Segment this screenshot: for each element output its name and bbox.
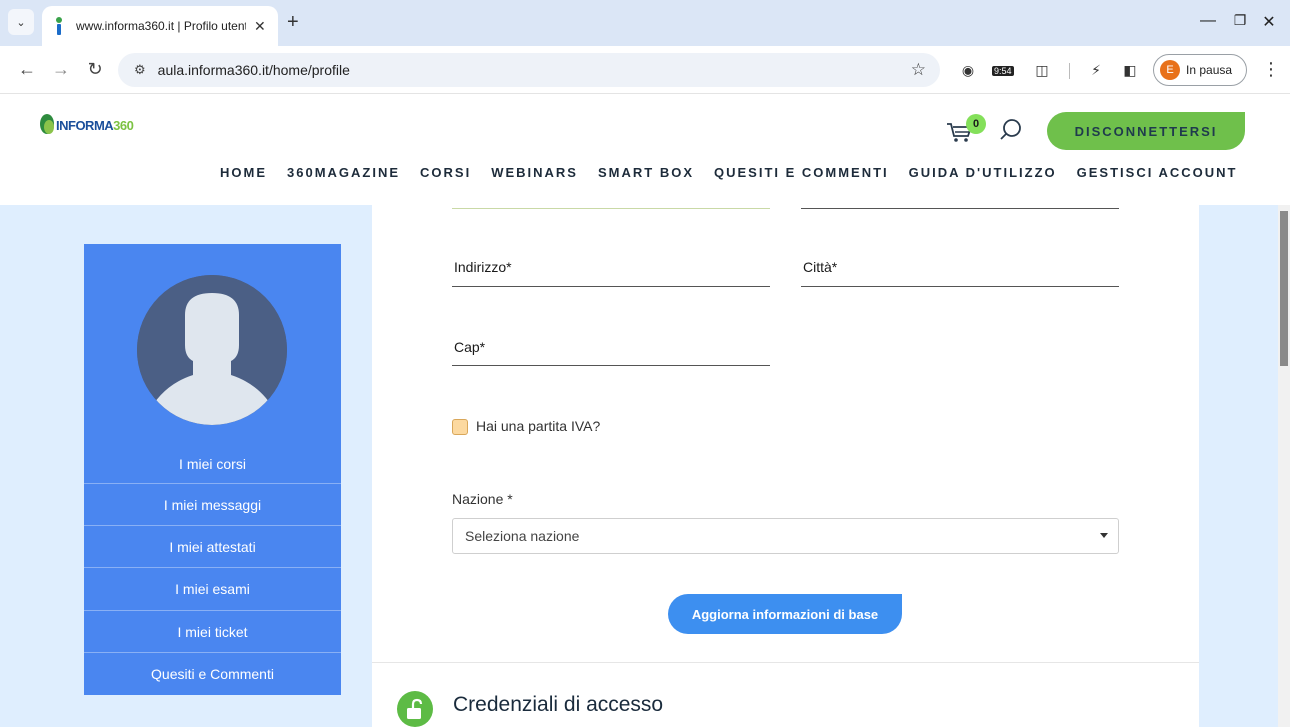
search-icon[interactable]	[1000, 118, 1022, 140]
site-info-icon[interactable]: ⚙	[134, 62, 146, 78]
profile-sidebar: I miei corsi I miei messaggi I miei atte…	[84, 244, 341, 695]
browser-toolbar: ← → ↻ ⚙ aula.informa360.it/home/profile …	[0, 46, 1290, 94]
profile-button[interactable]: E In pausa	[1153, 54, 1247, 86]
main-nav: HOME 360MAGAZINE CORSI WEBINARS SMART BO…	[220, 165, 1237, 180]
close-window-button[interactable]: ✕	[1259, 12, 1279, 32]
update-info-button[interactable]: Aggiorna informazioni di base	[668, 594, 902, 634]
sidebar-item-i-miei-attestati[interactable]: I miei attestati	[84, 525, 341, 568]
extensions-icon[interactable]: ◫	[1032, 60, 1052, 80]
browser-tab-bar: ⌄ www.informa360.it | Profilo utente ✕ +…	[0, 0, 1290, 46]
address-bar[interactable]: ⚙ aula.informa360.it/home/profile ☆	[118, 53, 940, 87]
bookmark-star-icon[interactable]: ☆	[911, 60, 926, 80]
address-field[interactable]: Indirizzo*	[452, 241, 770, 287]
nav-webinars[interactable]: WEBINARS	[491, 165, 578, 180]
reload-icon[interactable]: ↻	[84, 59, 106, 79]
site-logo[interactable]: INFORMA360	[40, 114, 134, 136]
sidebar-item-i-miei-esami[interactable]: I miei esami	[84, 567, 341, 610]
extension-timer-icon[interactable]: 9:54	[992, 60, 1018, 80]
nav-360magazine[interactable]: 360MAGAZINE	[287, 165, 400, 180]
vat-checkbox[interactable]	[452, 419, 468, 435]
country-label: Nazione *	[452, 491, 513, 507]
url-text: aula.informa360.it/home/profile	[157, 62, 350, 78]
city-label: Città*	[803, 259, 838, 275]
cap-field[interactable]: Cap*	[452, 321, 770, 366]
cap-label: Cap*	[454, 339, 486, 355]
sidebar-item-quesiti-e-commenti[interactable]: Quesiti e Commenti	[84, 652, 341, 695]
nav-corsi[interactable]: CORSI	[420, 165, 471, 180]
caret-down-icon	[1100, 533, 1108, 538]
new-tab-button[interactable]: +	[287, 12, 299, 32]
extension-puzzle-face-icon[interactable]: ◉	[958, 60, 978, 80]
browser-menu-icon[interactable]: ⋮	[1262, 59, 1280, 80]
unlock-icon	[397, 691, 433, 727]
profile-status: In pausa	[1186, 63, 1233, 77]
nav-guida-utilizzo[interactable]: GUIDA D'UTILIZZO	[909, 165, 1057, 180]
close-tab-icon[interactable]: ✕	[254, 18, 266, 35]
toolbar-divider	[1069, 63, 1070, 79]
nav-gestisci-account[interactable]: GESTISCI ACCOUNT	[1077, 165, 1238, 180]
nav-quesiti-e-commenti[interactable]: QUESITI E COMMENTI	[714, 165, 889, 180]
logo-text: INFORMA360	[56, 117, 134, 133]
address-label: Indirizzo*	[454, 259, 512, 275]
country-select[interactable]: Seleziona nazione	[452, 518, 1119, 554]
sidebar-item-i-miei-messaggi[interactable]: I miei messaggi	[84, 483, 341, 526]
nav-smart-box[interactable]: SMART BOX	[598, 165, 694, 180]
back-arrow-icon[interactable]: ←	[16, 59, 38, 79]
minimize-window-button[interactable]: —	[1198, 12, 1218, 30]
country-select-value: Seleziona nazione	[465, 528, 580, 544]
tab-search-button[interactable]: ⌄	[8, 9, 34, 35]
cart-count-badge: 0	[966, 114, 986, 134]
site-favicon-icon	[52, 17, 66, 35]
site-header: INFORMA360 0 DISCONNETTERSI HOME 360MAGA…	[0, 94, 1290, 205]
profile-form-card: Indirizzo* Città* Cap* Hai una partita I…	[372, 205, 1199, 727]
section-title-credentials: Credenziali di accesso	[453, 693, 664, 716]
profile-avatar: E	[1160, 60, 1180, 80]
previous-field-right[interactable]	[801, 205, 1119, 209]
logo-leaf-icon	[40, 114, 56, 136]
city-field[interactable]: Città*	[801, 241, 1119, 287]
logout-button[interactable]: DISCONNETTERSI	[1047, 112, 1245, 150]
sidebar-item-i-miei-corsi[interactable]: I miei corsi	[84, 442, 341, 485]
side-panel-icon[interactable]: ◧	[1120, 60, 1140, 80]
vat-label: Hai una partita IVA?	[476, 418, 601, 434]
chevron-down-icon: ⌄	[16, 16, 26, 29]
forward-arrow-icon[interactable]: →	[50, 59, 72, 79]
cart-button[interactable]: 0	[946, 114, 986, 146]
section-divider	[372, 662, 1199, 663]
extension-timer-badge: 9:54	[992, 66, 1014, 76]
restore-window-button[interactable]: ❐	[1230, 12, 1250, 29]
previous-field-left[interactable]	[452, 205, 770, 209]
nav-home[interactable]: HOME	[220, 165, 267, 180]
sidebar-item-i-miei-ticket[interactable]: I miei ticket	[84, 610, 341, 653]
user-avatar-icon	[137, 275, 287, 425]
performance-icon[interactable]: ⚡	[1086, 60, 1106, 80]
page-scrollbar[interactable]	[1278, 205, 1290, 727]
scrollbar-thumb[interactable]	[1280, 211, 1288, 366]
tab-title: www.informa360.it | Profilo utente	[76, 19, 246, 33]
browser-tab-active[interactable]: www.informa360.it | Profilo utente ✕	[42, 6, 278, 46]
